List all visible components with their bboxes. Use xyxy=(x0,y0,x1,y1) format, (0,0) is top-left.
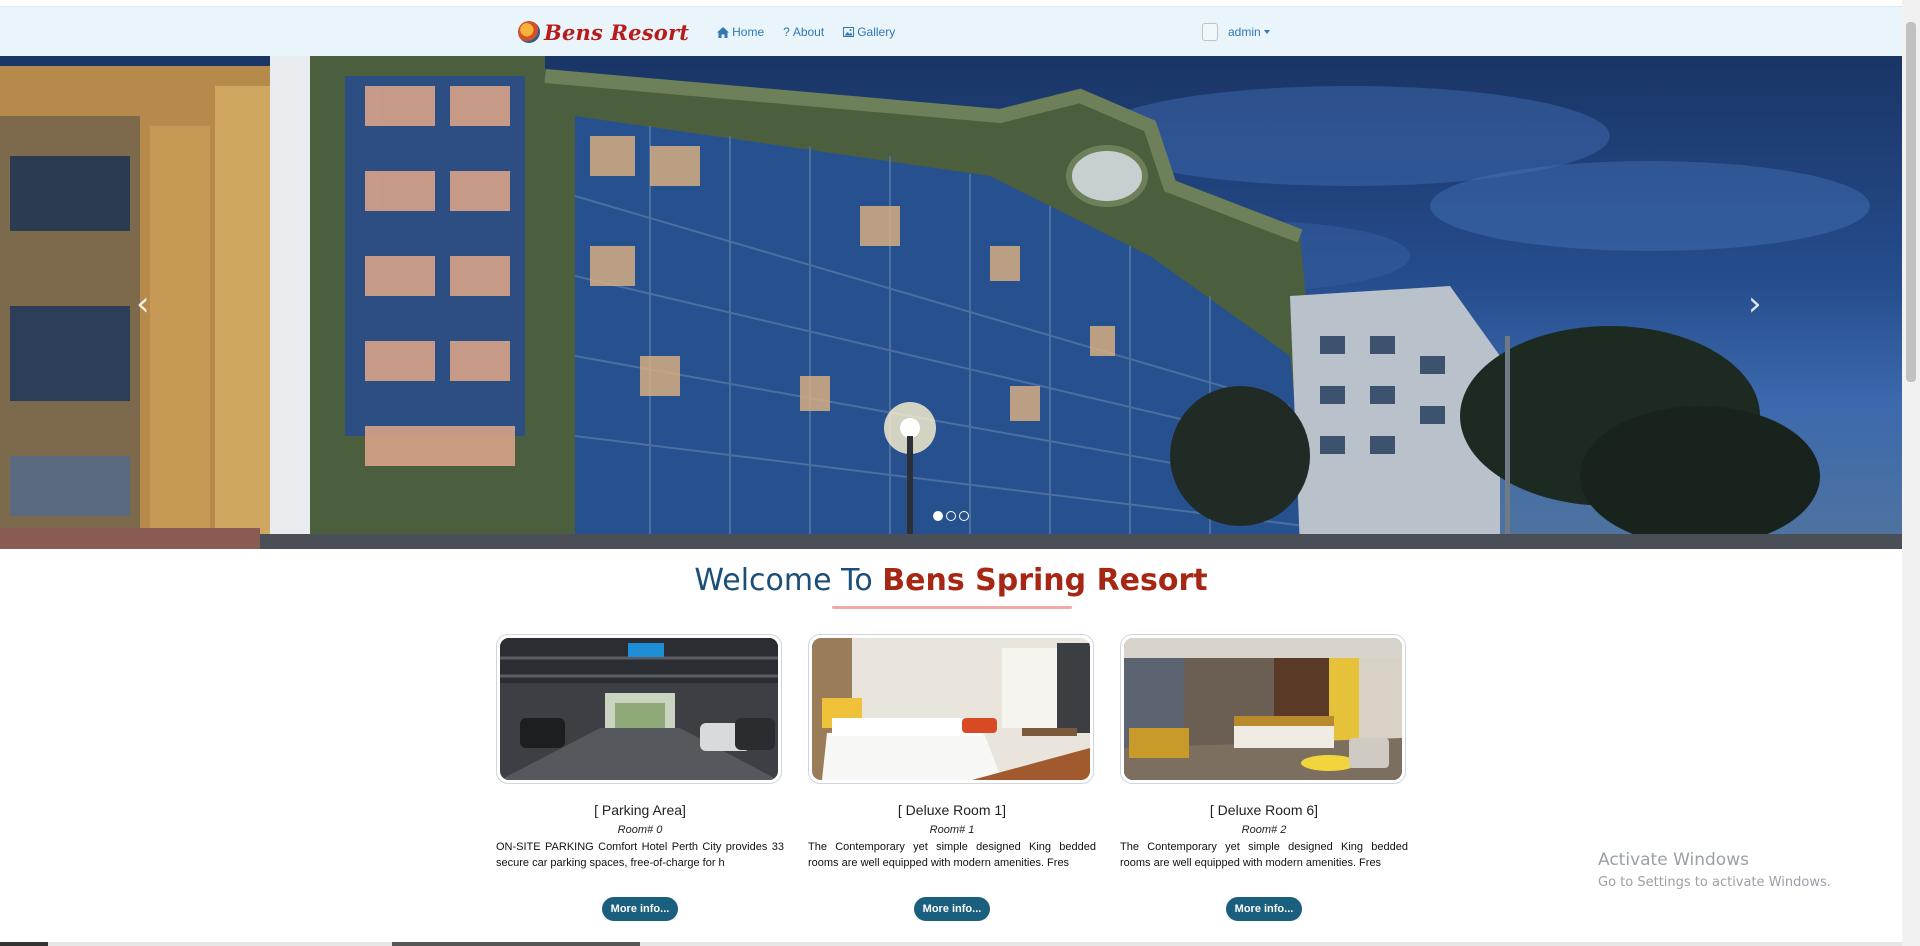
navbar-inner: Bens Resort Home ? About Gallery xyxy=(518,7,914,57)
username: admin xyxy=(1228,25,1261,39)
picture-icon xyxy=(843,27,855,37)
room-card: [ Deluxe Room 1] Room# 1 The Contemporar… xyxy=(808,634,1096,921)
more-info-button[interactable]: More info... xyxy=(1226,897,1302,921)
home-icon xyxy=(717,26,730,38)
hero-carousel: ‹ › xyxy=(0,56,1902,549)
activate-windows-subtitle: Go to Settings to activate Windows. xyxy=(1598,875,1831,890)
room-thumbnail[interactable] xyxy=(496,634,782,784)
carousel-next-chevron-right-icon[interactable]: › xyxy=(1748,284,1762,324)
top-navbar: Bens Resort Home ? About Gallery admin xyxy=(0,6,1902,56)
room-description: The Contemporary yet simple designed Kin… xyxy=(1120,841,1408,869)
nav-gallery-label: Gallery xyxy=(857,25,896,39)
room-number: Room# 1 xyxy=(929,824,975,836)
nav-about-label: About xyxy=(792,25,825,39)
carousel-prev-chevron-left-icon[interactable]: ‹ xyxy=(136,284,150,324)
room-description: The Contemporary yet simple designed Kin… xyxy=(808,841,1096,869)
activate-windows-title: Activate Windows xyxy=(1598,850,1749,870)
caret-down-icon xyxy=(1263,30,1270,34)
bottom-edge-strip xyxy=(0,942,1902,946)
welcome-prefix: Welcome To xyxy=(694,563,873,598)
heading-underline xyxy=(832,606,1072,609)
nav-about-link[interactable]: ? About xyxy=(783,25,824,39)
room-title: [ Parking Area] xyxy=(594,802,686,818)
room-title: [ Deluxe Room 6] xyxy=(1209,802,1319,818)
page: Bens Resort Home ? About Gallery admin ‹… xyxy=(0,0,1920,946)
room-thumbnail[interactable] xyxy=(808,634,1094,784)
avatar xyxy=(1202,23,1218,41)
room-description: ON-SITE PARKING Comfort Hotel Perth City… xyxy=(496,841,784,869)
room-number: Room# 2 xyxy=(1241,824,1287,836)
deluxe-room-image xyxy=(1124,638,1402,780)
question-icon: ? xyxy=(783,25,790,39)
room-card: [ Deluxe Room 6] Room# 2 The Contemporar… xyxy=(1120,634,1408,921)
more-info-button[interactable]: More info... xyxy=(914,897,990,921)
vertical-scrollbar[interactable] xyxy=(1902,0,1920,946)
bottom-strip-segment xyxy=(0,942,48,946)
carousel-indicator-3[interactable] xyxy=(959,511,969,521)
carousel-indicator-2[interactable] xyxy=(946,511,956,521)
nav-gallery-link[interactable]: Gallery xyxy=(843,25,895,39)
room-number: Room# 0 xyxy=(617,824,663,836)
brand-name: Bens Resort xyxy=(544,19,690,45)
more-info-button[interactable]: More info... xyxy=(602,897,678,921)
resort-logo-icon xyxy=(518,21,540,43)
user-menu[interactable]: admin xyxy=(1202,7,1270,57)
hotel-building-image xyxy=(0,56,1902,549)
brand-link[interactable]: Bens Resort xyxy=(518,20,689,45)
parking-area-image xyxy=(500,638,778,780)
carousel-indicators xyxy=(933,511,969,521)
resort-name: Bens Spring Resort xyxy=(882,563,1208,598)
bottom-strip-segment xyxy=(392,942,640,946)
welcome-heading: Welcome To Bens Spring Resort xyxy=(0,563,1902,598)
scrollbar-thumb[interactable] xyxy=(1906,22,1916,382)
deluxe-room-image xyxy=(812,638,1090,780)
activate-windows-watermark: Activate Windows Go to Settings to activ… xyxy=(1598,850,1831,890)
room-card: [ Parking Area] Room# 0 ON-SITE PARKING … xyxy=(496,634,784,921)
nav-home-label: Home xyxy=(732,25,765,39)
room-thumbnail[interactable] xyxy=(1120,634,1406,784)
room-title: [ Deluxe Room 1] xyxy=(897,802,1007,818)
carousel-indicator-1[interactable] xyxy=(933,511,943,521)
nav-home-link[interactable]: Home xyxy=(717,25,764,39)
